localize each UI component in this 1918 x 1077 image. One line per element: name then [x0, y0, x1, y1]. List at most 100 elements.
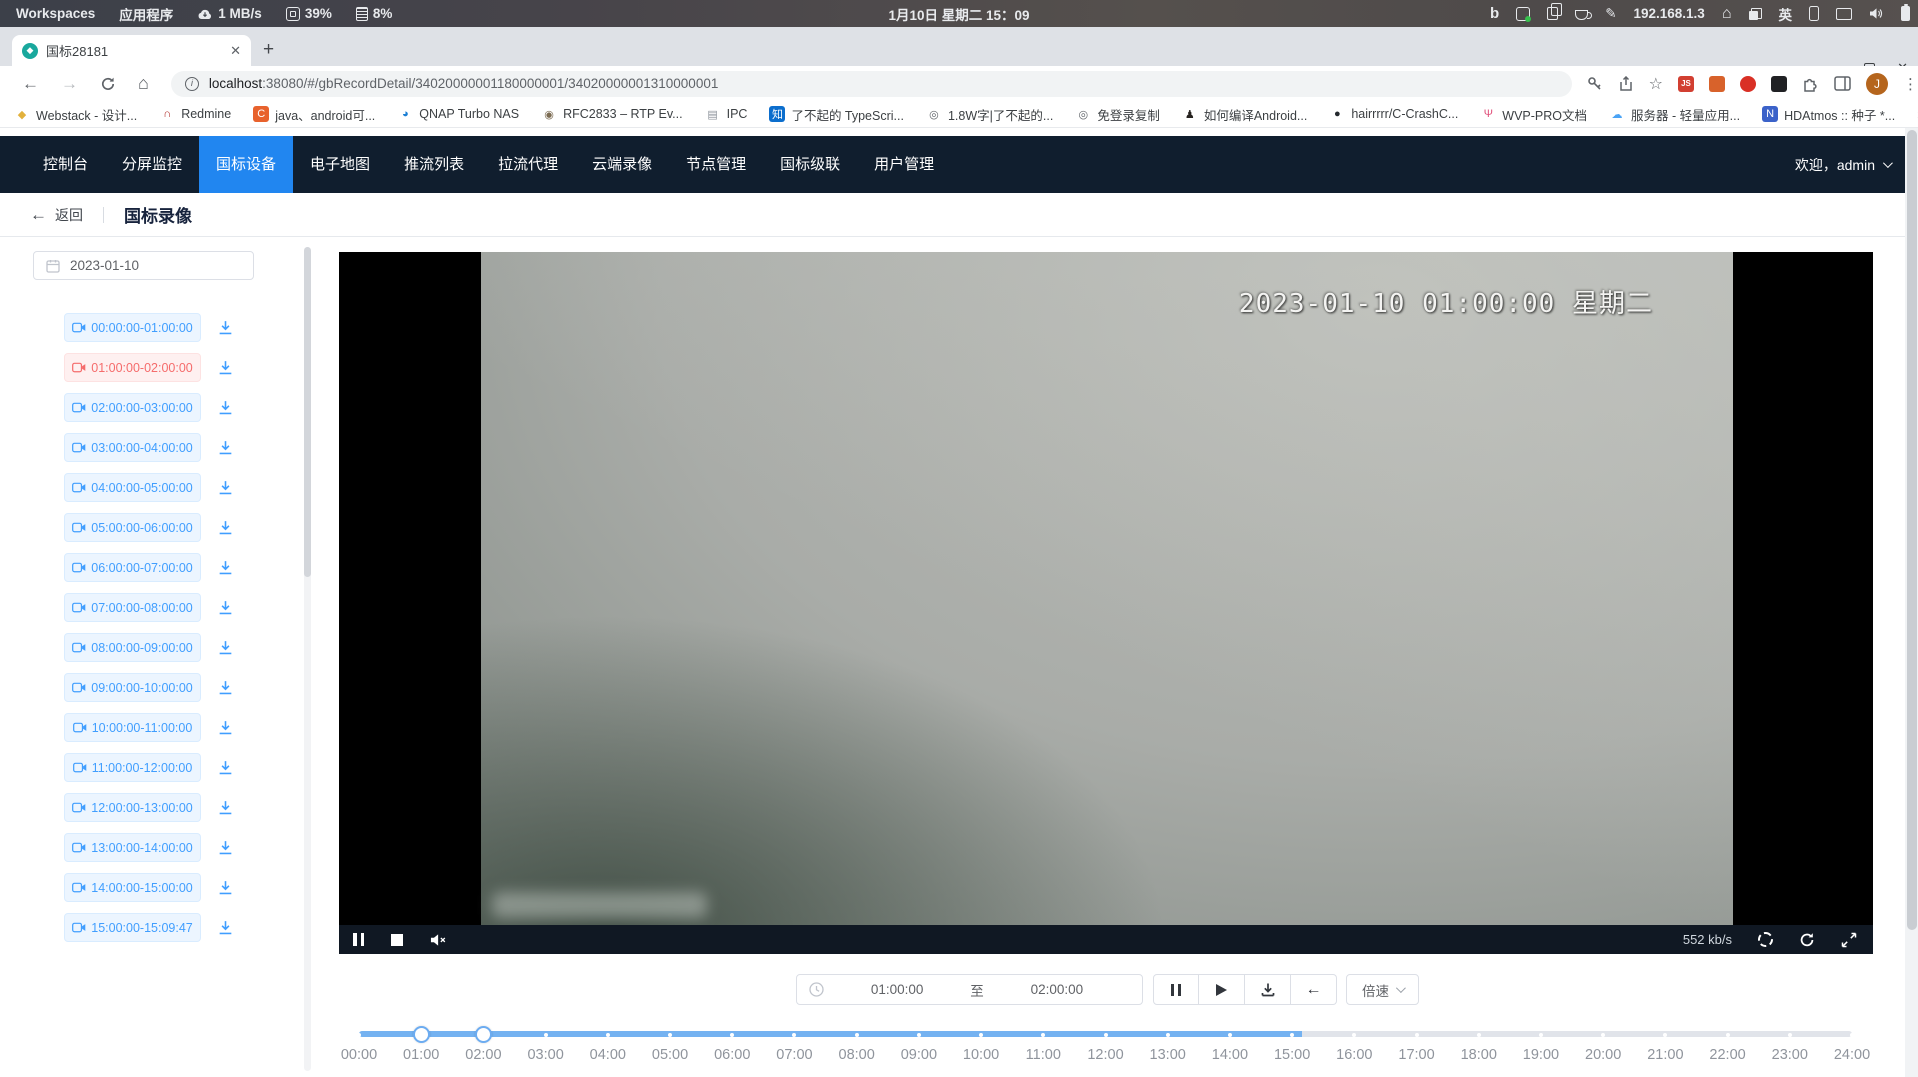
player-settings-icon[interactable] [1758, 932, 1773, 947]
recording-segment-button[interactable]: 11:00:00-12:00:00 [64, 753, 201, 782]
page-scrollbar-thumb[interactable] [1907, 130, 1917, 930]
input-language-indicator[interactable]: 英 [1779, 4, 1793, 24]
download-recording-icon[interactable] [217, 759, 235, 777]
recording-segment-button[interactable]: 07:00:00-08:00:00 [64, 593, 201, 622]
download-recording-icon[interactable] [217, 399, 235, 417]
browser-tab[interactable]: ◆ 国标28181 ✕ [12, 35, 251, 66]
user-menu[interactable]: 欢迎，admin [1795, 136, 1890, 193]
download-recording-icon[interactable] [217, 879, 235, 897]
download-recording-icon[interactable] [217, 319, 235, 337]
nav-item-7[interactable]: 云端录像 [575, 136, 669, 193]
phone-link-tray-icon[interactable] [1809, 6, 1819, 21]
recording-segment-button[interactable]: 04:00:00-05:00:00 [64, 473, 201, 502]
browser-forward-button[interactable]: → [61, 74, 78, 94]
bookmark-item[interactable]: ◉RFC2833 – RTP Ev... [541, 106, 683, 122]
browser-profile-avatar[interactable]: J [1866, 73, 1888, 95]
sidebar-scrollbar-thumb[interactable] [304, 247, 311, 577]
recording-segment-button[interactable]: 15:00:00-15:09:47 [64, 913, 201, 942]
back-button[interactable]: 返回 [55, 205, 83, 225]
nav-item-8[interactable]: 节点管理 [669, 136, 763, 193]
player-fullscreen-icon[interactable] [1841, 932, 1857, 948]
applications-menu[interactable]: 应用程序 [119, 4, 173, 24]
video-player[interactable]: 2023-01-10 01:00:00 星期二 552 kb/s [339, 252, 1873, 954]
back-arrow-icon[interactable]: ← [30, 205, 47, 225]
tab-close-icon[interactable]: ✕ [230, 43, 241, 59]
nav-item-1[interactable]: 控制台 [26, 136, 105, 193]
share-icon[interactable] [1618, 76, 1634, 92]
download-recording-icon[interactable] [217, 439, 235, 457]
download-recording-icon[interactable] [217, 839, 235, 857]
bookmark-item[interactable]: NHDAtmos :: 种子 *... [1762, 105, 1895, 124]
bookmark-item[interactable]: 知了不起的 TypeScri... [769, 105, 904, 124]
nav-item-6[interactable]: 拉流代理 [481, 136, 575, 193]
bookmark-item[interactable]: ●hairrrrr/C-CrashC... [1329, 106, 1458, 122]
extension-icon[interactable] [1740, 76, 1756, 92]
browser-back-button[interactable]: ← [22, 74, 39, 94]
download-recording-icon[interactable] [217, 639, 235, 657]
play-button[interactable] [1199, 974, 1245, 1005]
player-refresh-icon[interactable] [1799, 932, 1815, 948]
nav-item-5[interactable]: 推流列表 [387, 136, 481, 193]
timeline-handle[interactable] [413, 1026, 430, 1043]
color-picker-tray-icon[interactable]: ✎ [1605, 6, 1616, 22]
download-recording-icon[interactable] [217, 359, 235, 377]
recording-segment-button[interactable]: 05:00:00-06:00:00 [64, 513, 201, 542]
recording-segment-button[interactable]: 09:00:00-10:00:00 [64, 673, 201, 702]
nav-item-2[interactable]: 分屏监控 [105, 136, 199, 193]
workspaces-tray-icon[interactable] [1749, 8, 1762, 20]
bookmark-item[interactable]: ♟如何编译Android... [1182, 105, 1308, 124]
date-picker[interactable]: 2023-01-10 [33, 251, 254, 280]
pause-button[interactable] [1153, 974, 1199, 1005]
recording-segment-button[interactable]: 13:00:00-14:00:00 [64, 833, 201, 862]
address-bar[interactable]: i localhost:38080/#/gbRecordDetail/34020… [171, 71, 1572, 97]
screenshot-app-tray-icon[interactable] [1516, 7, 1530, 21]
seek-back-button[interactable]: ← [1291, 974, 1337, 1005]
recording-segment-button[interactable]: 01:00:00-02:00:00 [64, 353, 201, 382]
password-key-icon[interactable] [1586, 75, 1603, 92]
download-button[interactable] [1245, 974, 1291, 1005]
browser-menu-icon[interactable]: ⋮ [1903, 75, 1918, 93]
recording-segment-button[interactable]: 06:00:00-07:00:00 [64, 553, 201, 582]
extension-icon[interactable] [1771, 76, 1787, 92]
timeline-slider[interactable]: 00:0001:0002:0003:0004:0005:0006:0007:00… [359, 1021, 1852, 1073]
browser-reload-button[interactable] [100, 76, 116, 92]
player-stop-icon[interactable] [391, 934, 403, 946]
download-recording-icon[interactable] [217, 599, 235, 617]
bookmark-item[interactable]: ◎免登录复制 [1075, 105, 1160, 124]
browser-home-button[interactable]: ⌂ [138, 73, 149, 94]
display-tray-icon[interactable] [1836, 8, 1852, 20]
home-tray-icon[interactable]: ⌂ [1722, 5, 1732, 23]
recording-segment-button[interactable]: 12:00:00-13:00:00 [64, 793, 201, 822]
recording-segment-button[interactable]: 10:00:00-11:00:00 [64, 713, 201, 742]
bing-tray-icon[interactable]: b [1490, 5, 1499, 22]
download-recording-icon[interactable] [217, 679, 235, 697]
recording-segment-button[interactable]: 14:00:00-15:00:00 [64, 873, 201, 902]
range-end-value[interactable]: 02:00:00 [984, 982, 1130, 997]
download-recording-icon[interactable] [217, 719, 235, 737]
extension-icon[interactable] [1709, 76, 1725, 92]
bookmark-item[interactable]: ☁服务器 - 轻量应用... [1609, 105, 1740, 124]
download-recording-icon[interactable] [217, 559, 235, 577]
nav-item-10[interactable]: 用户管理 [857, 136, 951, 193]
recording-segment-button[interactable]: 00:00:00-01:00:00 [64, 313, 201, 342]
bookmark-item[interactable]: ΨWVP-PRO文档 [1480, 105, 1587, 124]
playback-speed-dropdown[interactable]: 倍速 [1346, 974, 1419, 1005]
side-panel-icon[interactable] [1834, 76, 1851, 91]
player-pause-icon[interactable] [353, 933, 364, 946]
download-recording-icon[interactable] [217, 799, 235, 817]
new-tab-button[interactable]: + [263, 39, 274, 61]
bookmark-item[interactable]: ▤IPC [705, 106, 748, 122]
caffeine-tray-icon[interactable] [1575, 10, 1588, 20]
ip-address[interactable]: 192.168.1.3 [1634, 6, 1705, 21]
timeline-handle[interactable] [475, 1026, 492, 1043]
download-recording-icon[interactable] [217, 919, 235, 937]
time-range-input[interactable]: 01:00:00 至 02:00:00 [796, 974, 1143, 1005]
clipboard-tray-icon[interactable] [1547, 7, 1558, 20]
battery-tray-icon[interactable] [1901, 6, 1910, 21]
recording-segment-button[interactable]: 02:00:00-03:00:00 [64, 393, 201, 422]
recording-segment-button[interactable]: 08:00:00-09:00:00 [64, 633, 201, 662]
nav-item-9[interactable]: 国标级联 [763, 136, 857, 193]
bookmark-item[interactable]: ◎1.8W字|了不起的... [926, 105, 1053, 124]
range-start-value[interactable]: 01:00:00 [824, 982, 970, 997]
site-info-icon[interactable]: i [185, 77, 199, 91]
